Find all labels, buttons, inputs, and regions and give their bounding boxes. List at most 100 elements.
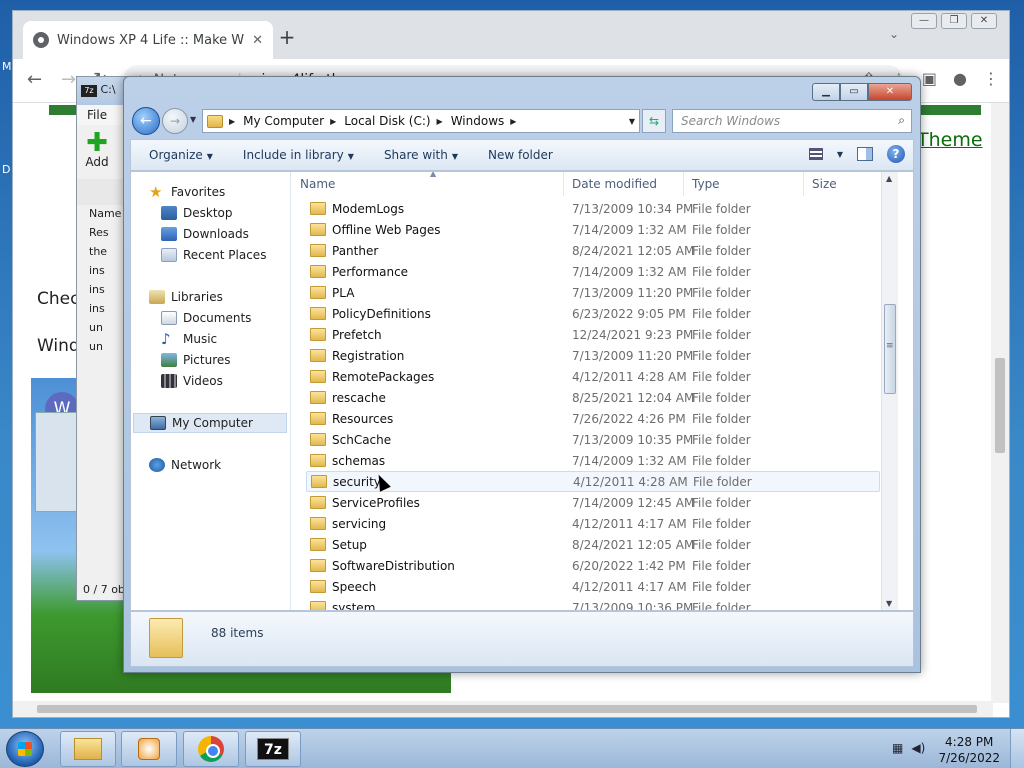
close-button[interactable]: ✕ [971,13,997,29]
sevenzip-title: C:\ [100,83,116,96]
table-row[interactable]: PLA 7/13/2009 11:20 PM File folder [306,282,880,303]
minimize-button[interactable]: — [911,13,937,29]
table-row[interactable]: system 7/13/2009 10:36 PM File folder [306,597,880,610]
table-row[interactable]: ModemLogs 7/13/2009 10:34 PM File folder [306,198,880,219]
sevenzip-add-button[interactable]: ✚ Add [77,125,117,179]
maximize-button[interactable]: ▭ [840,83,868,101]
side-panel-icon[interactable]: ▣ [922,69,937,88]
refresh-button[interactable]: ⇆ [642,109,666,133]
preview-pane-icon[interactable] [857,147,873,161]
minimize-button[interactable]: ▁ [812,83,840,101]
nav-favorites[interactable]: ★ Favorites [149,182,309,202]
breadcrumb-local-disk[interactable]: Local Disk (C:) [344,114,430,128]
taskbar-7zip[interactable]: 7z [245,731,301,767]
column-header-date[interactable]: Date modified [564,172,684,196]
desktop-icon [161,206,177,220]
file-date: 8/25/2021 12:04 AM [572,390,695,405]
clock[interactable]: 4:28 PM 7/26/2022 [938,734,1000,766]
folder-icon [310,496,326,509]
file-name: Panther [332,243,379,258]
help-icon[interactable]: ? [887,145,905,163]
profile-icon[interactable]: ● [953,69,967,88]
back-button[interactable]: ← [132,107,160,135]
new-tab-button[interactable]: + [275,25,299,49]
table-row[interactable]: ServiceProfiles 7/14/2009 12:45 AM File fo… [306,492,880,513]
table-row[interactable]: Registration 7/13/2009 11:20 PM File folde… [306,345,880,366]
chevron-right-icon[interactable]: ▶ [330,117,336,126]
table-row[interactable]: Resources 7/26/2022 4:26 PM File folder [306,408,880,429]
search-input[interactable]: Search Windows ⌕ [672,109,912,133]
scroll-down-icon[interactable]: ▼ [886,599,892,608]
nav-network[interactable]: Network [149,455,309,475]
column-header-size[interactable]: Size [804,172,884,196]
taskbar-chrome[interactable] [183,731,239,767]
page-hscrollbar[interactable] [13,701,993,717]
breadcrumb-my-computer[interactable]: My Computer [243,114,324,128]
back-arrow-icon[interactable]: ← [27,69,42,90]
table-row[interactable]: Speech 4/12/2011 4:17 AM File folder [306,576,880,597]
table-row[interactable]: Offline Web Pages 7/14/2009 1:32 AM File f… [306,219,880,240]
folder-icon [310,454,326,467]
scrollbar-thumb[interactable] [884,304,896,394]
table-row[interactable]: schemas 7/14/2009 1:32 AM File folder [306,450,880,471]
close-button[interactable]: ✕ [868,83,912,101]
chrome-tabbar: Windows XP 4 Life :: Make Windows ✕ + ⌄ … [13,11,1009,59]
table-row[interactable]: servicing 4/12/2011 4:17 AM File folder [306,513,880,534]
tab-search-chevron-icon[interactable]: ⌄ [889,27,899,41]
show-desktop-button[interactable] [1010,729,1024,768]
scroll-up-icon[interactable]: ▲ [886,174,892,183]
new-folder-button[interactable]: New folder [488,148,553,162]
taskbar: 7z ▦ ◀) 4:28 PM 7/26/2022 [0,728,1024,768]
table-row[interactable]: Setup 8/24/2021 12:05 AM File folder [306,534,880,555]
table-row[interactable]: SchCache 7/13/2009 10:35 PM File folder [306,429,880,450]
file-list-scrollbar[interactable]: ▲ ▼ [881,172,898,610]
share-with-button[interactable]: Share with ▼ [384,148,458,162]
folder-icon [310,202,326,215]
address-bar[interactable]: ▶ My Computer ▶ Local Disk (C:) ▶ Window… [202,109,640,133]
file-type: File folder [692,222,751,237]
menu-kebab-icon[interactable]: ⋮ [983,69,999,88]
chevron-right-icon[interactable]: ▶ [510,117,516,126]
start-button[interactable] [6,731,44,767]
file-name: ServiceProfiles [332,495,420,510]
taskbar-explorer[interactable] [60,731,116,767]
folder-icon [310,433,326,446]
chevron-right-icon[interactable]: ▶ [229,117,235,126]
item-count: 88 items [211,626,264,640]
maximize-button[interactable]: ❐ [941,13,967,29]
column-header-type[interactable]: Type [684,172,804,196]
table-row[interactable]: Performance 7/14/2009 1:32 AM File folder [306,261,880,282]
recent-pages-dropdown-icon[interactable]: ▼ [190,115,196,124]
volume-icon[interactable]: ◀) [911,741,925,755]
file-name: rescache [332,390,386,405]
table-row[interactable]: SoftwareDistribution 6/20/2022 1:42 PM Fil… [306,555,880,576]
chrome-tab[interactable]: Windows XP 4 Life :: Make Windows ✕ [23,21,273,59]
organize-button[interactable]: Organize ▼ [149,148,213,162]
change-view-icon[interactable] [808,148,823,160]
tray-icons: ▦ ◀) [892,741,925,755]
column-header-name[interactable]: ▲ Name [292,172,564,196]
address-dropdown-icon[interactable]: ▼ [629,117,635,126]
table-row[interactable]: rescache 8/25/2021 12:04 AM File folder [306,387,880,408]
nav-my-computer[interactable]: My Computer [133,413,287,433]
search-icon[interactable]: ⌕ [898,113,905,128]
nav-libraries[interactable]: Libraries [149,287,309,307]
theme-link[interactable]: Theme [917,129,983,151]
page-scrollbar[interactable] [991,103,1009,703]
forward-button[interactable]: → [162,108,188,134]
table-row[interactable]: RemotePackages 4/12/2011 4:28 AM File fold… [306,366,880,387]
tab-close-icon[interactable]: ✕ [252,33,263,48]
taskbar-media-player[interactable] [121,731,177,767]
table-row[interactable]: PolicyDefinitions 6/23/2022 9:05 PM File f… [306,303,880,324]
table-row[interactable]: Prefetch 12/24/2021 9:23 PM File folder [306,324,880,345]
network-tray-icon[interactable]: ▦ [892,741,903,755]
include-in-library-button[interactable]: Include in library ▼ [243,148,354,162]
chevron-right-icon[interactable]: ▶ [437,117,443,126]
recent-places-icon [161,248,177,262]
table-row[interactable]: security 4/12/2011 4:28 AM File folder [306,471,880,492]
forward-arrow-icon[interactable]: → [61,69,76,90]
file-type: File folder [692,516,751,531]
breadcrumb-windows[interactable]: Windows [451,114,505,128]
table-row[interactable]: Panther 8/24/2021 12:05 AM File folder [306,240,880,261]
view-dropdown-icon[interactable]: ▼ [837,150,843,159]
